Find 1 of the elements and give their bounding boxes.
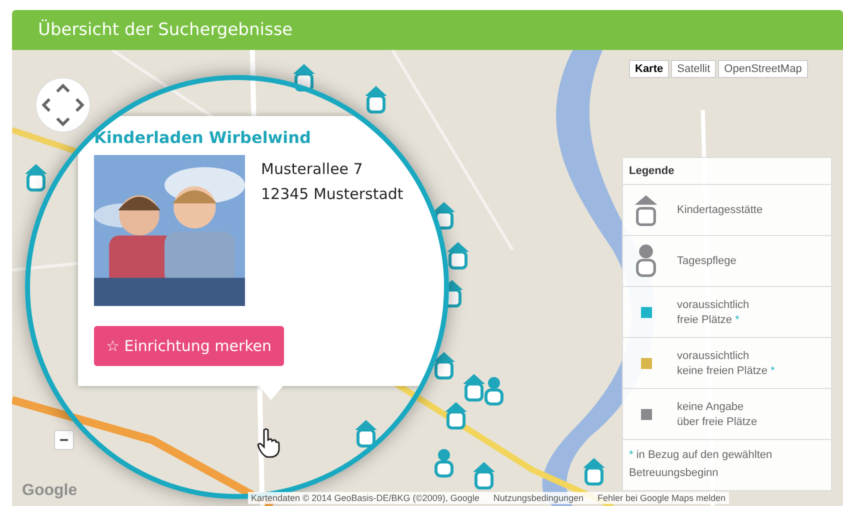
page-title: Übersicht der Suchergebnisse — [38, 20, 293, 40]
